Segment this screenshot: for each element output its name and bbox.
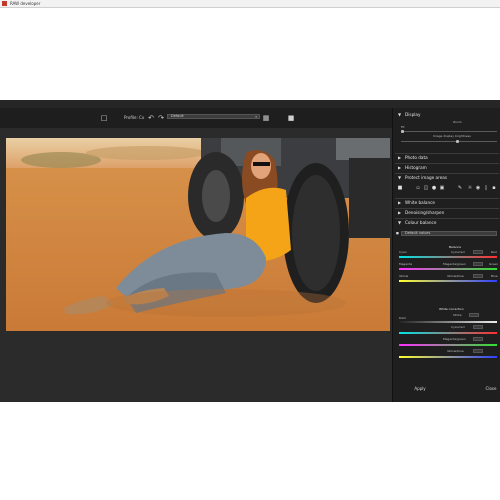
section-histogram[interactable]: ▶ Histogram [395,164,500,172]
strike-slider[interactable] [399,321,497,323]
brightness-slider[interactable] [401,140,497,143]
magenta-green-spin-label: Magenta/green [443,262,466,266]
magenta-green-slider[interactable] [399,268,497,270]
zoom-value: Fit [401,125,405,129]
wc-magenta-green-slider[interactable] [399,344,497,346]
cyan-red-slider[interactable] [399,256,497,258]
wc-yellow-blue-spin[interactable] [473,349,483,353]
reset-icon[interactable]: ■ [396,231,399,235]
colour-balance-preset-value: Default values [405,231,431,235]
document-icon[interactable]: □ [100,114,108,122]
chevron-down-icon: ▾ [255,115,257,119]
yellow-blue-slider[interactable] [399,280,497,282]
title-bar: RAW developer [0,0,500,8]
collapse-arrow-icon: ▶ [398,210,402,215]
photo-preview[interactable] [6,138,390,331]
app-icon [2,1,7,6]
settings-icon[interactable]: ▦ [262,114,270,122]
cyan-red-spin-label: Cyan/red [451,250,465,254]
collapse-arrow-icon: ▶ [398,200,402,205]
section-photo-data[interactable]: ▶ Photo data [395,154,500,162]
yellow-blue-spin[interactable] [473,274,483,278]
window-title: RAW developer [10,1,41,6]
expand-arrow-icon: ▼ [398,175,402,180]
eraser-icon[interactable]: ▫ [415,185,421,191]
fill-icon[interactable]: ◫ [423,185,429,191]
display-brightness-label: Image display brightness [433,134,471,138]
dark-label: Dark [399,316,407,320]
magenta-green-spin[interactable] [473,262,483,266]
white-correction-heading: White correction [439,307,464,311]
magenta-label: Magenta [399,262,413,266]
drop-icon[interactable]: ◉ [475,185,481,191]
zoom-slider[interactable] [401,130,497,133]
red-label: Red [491,250,497,254]
section-histogram-label: Histogram [405,165,427,170]
zoom-label: Zoom [453,120,462,124]
undo-icon[interactable]: ↶ [147,114,155,122]
blue-label: Blue [491,274,498,278]
section-display-label: Display [405,112,421,117]
protect-tools-row: ■ ▫ ◫ ● ▣ ✎ ☼ ◉ ▯ ▪ [397,184,499,194]
wc-magenta-green-spin-label: Magenta/green [443,337,466,341]
delete-icon[interactable]: ▪ [491,185,497,191]
cyan-red-spin[interactable] [473,250,483,254]
section-colour-balance[interactable]: ▼ Colour balance [395,219,500,227]
close-button[interactable]: Close [481,384,500,394]
sun-icon[interactable]: ☼ [467,185,473,191]
toolbar: □ Profile: Cx ↶ ↷ Default ▾ ▦ ■ [0,108,392,128]
preset-select-value: Default [171,114,184,118]
section-denoising-sharpen[interactable]: ▶ Denoising/sharpen [395,209,500,217]
strike-spin[interactable] [469,313,479,317]
section-denoising-label: Denoising/sharpen [405,210,445,215]
wc-cyan-red-spin-label: Cyan/red [451,325,465,329]
yellow-blue-spin-label: Yellow/blue [447,274,464,278]
section-photo-data-label: Photo data [405,155,428,160]
green-label: Green [489,262,499,266]
photo-image [6,138,390,331]
strike-spin-label: Strike [453,313,462,317]
cyan-label: Cyan [399,250,407,254]
apply-button[interactable]: Apply [403,384,437,394]
camera-icon[interactable]: ■ [287,114,295,122]
wc-yellow-blue-slider[interactable] [399,356,497,358]
circle-icon[interactable]: ● [431,185,437,191]
colour-balance-preset-select[interactable]: Default values [401,231,497,236]
square-icon[interactable]: ▣ [439,185,445,191]
save-icon[interactable]: ▯ [483,185,489,191]
section-protect-image-areas[interactable]: ▼ Protect image areas [395,174,500,182]
expand-arrow-icon: ▼ [398,220,402,225]
sidebar-panel: ▼ Display Zoom Fit Image display brightn… [392,108,500,402]
brush-icon[interactable]: ■ [397,185,403,191]
yellow-label: Yellow [399,274,409,278]
wc-magenta-green-spin[interactable] [473,337,483,341]
redo-icon[interactable]: ↷ [157,114,165,122]
collapse-arrow-icon: ▶ [398,155,402,160]
expand-arrow-icon: ▼ [398,112,402,117]
section-white-balance-label: White balance [405,200,435,205]
wc-cyan-red-spin[interactable] [473,325,483,329]
section-protect-label: Protect image areas [405,175,448,180]
balance-heading: Balance [449,245,461,249]
collapse-arrow-icon: ▶ [398,165,402,170]
load-icon[interactable]: ✎ [457,185,463,191]
preset-select[interactable]: Default ▾ [167,114,260,119]
section-white-balance[interactable]: ▶ White balance [395,199,500,207]
wc-cyan-red-slider[interactable] [399,332,497,334]
wc-yellow-blue-spin-label: Yellow/blue [447,349,464,353]
section-colour-balance-label: Colour balance [405,220,437,225]
app-window: □ Profile: Cx ↶ ↷ Default ▾ ▦ ■ ▼ Displa… [0,100,500,402]
section-display[interactable]: ▼ Display [395,111,500,119]
profile-label: Profile: Cx [124,115,145,120]
